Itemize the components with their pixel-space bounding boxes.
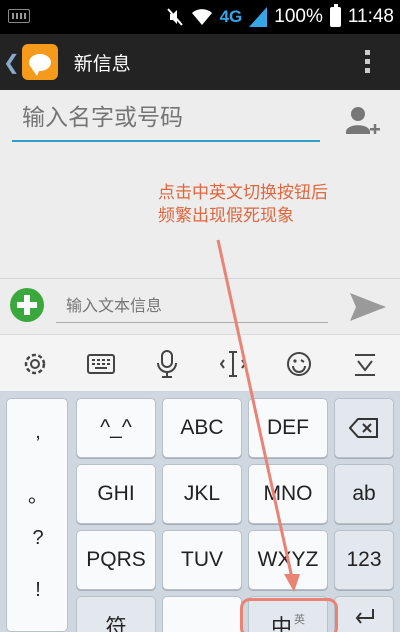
annotation-line-2: 频繁出现假死现象 bbox=[158, 206, 294, 226]
overflow-menu-icon[interactable] bbox=[365, 50, 370, 73]
recipient-field[interactable] bbox=[12, 96, 320, 142]
messaging-app-icon[interactable] bbox=[21, 44, 58, 80]
punct-exclaim[interactable]: ! bbox=[7, 579, 69, 602]
key-jkl[interactable]: JKL bbox=[162, 464, 242, 524]
signal-icon bbox=[249, 7, 268, 27]
status-bar: 4G 100% 11:48 bbox=[0, 0, 400, 34]
key-symbols[interactable]: 符 bbox=[76, 596, 156, 632]
key-space[interactable] bbox=[162, 596, 242, 632]
wifi-icon bbox=[191, 9, 212, 25]
backspace-icon bbox=[349, 418, 378, 438]
keyboard: , 。 ? ! ^_^ ABC DEF GHI JKL MNO ab PQRS … bbox=[0, 392, 400, 632]
key-abc[interactable]: ABC bbox=[162, 398, 242, 458]
add-contact-icon[interactable] bbox=[344, 104, 380, 140]
action-bar: ❮ 新信息 bbox=[0, 34, 400, 90]
punctuation-column[interactable]: , 。 ? ! bbox=[6, 398, 68, 632]
compose-bar bbox=[0, 278, 400, 334]
punct-question[interactable]: ? bbox=[7, 527, 69, 550]
collapse-keyboard-icon[interactable] bbox=[348, 347, 382, 381]
annotation-line-1: 点击中英文切换按钮后 bbox=[158, 183, 328, 203]
send-icon[interactable] bbox=[348, 291, 388, 323]
key-tuv[interactable]: TUV bbox=[162, 530, 242, 590]
key-123[interactable]: 123 bbox=[334, 530, 394, 590]
keyboard-icon[interactable] bbox=[84, 347, 118, 381]
gear-icon[interactable] bbox=[18, 347, 52, 381]
key-pqrs[interactable]: PQRS bbox=[76, 530, 156, 590]
annotation-text: 点击中英文切换按钮后 频繁出现假死现象 bbox=[158, 182, 378, 228]
backspace-key[interactable] bbox=[334, 398, 394, 458]
key-wxyz[interactable]: WXYZ bbox=[248, 530, 328, 590]
attach-plus-button[interactable] bbox=[10, 288, 44, 322]
page-title: 新信息 bbox=[73, 52, 131, 75]
network-type: 4G bbox=[219, 7, 243, 26]
enter-icon bbox=[355, 609, 374, 624]
battery-icon bbox=[329, 4, 341, 27]
key-ab[interactable]: ab bbox=[334, 464, 394, 524]
key-def[interactable]: DEF bbox=[248, 398, 328, 458]
recipient-input[interactable] bbox=[12, 96, 320, 140]
battery-percent: 100% bbox=[274, 6, 323, 27]
microphone-icon[interactable] bbox=[150, 347, 184, 381]
mute-icon bbox=[166, 8, 183, 26]
punct-comma[interactable]: , bbox=[7, 421, 69, 444]
message-input[interactable] bbox=[56, 289, 328, 323]
ime-toolbar bbox=[0, 334, 400, 392]
punct-period[interactable]: 。 bbox=[7, 479, 69, 508]
enter-key[interactable] bbox=[334, 596, 394, 632]
emoji-icon[interactable] bbox=[282, 347, 316, 381]
highlight-ring bbox=[240, 598, 338, 632]
text-cursor-icon[interactable] bbox=[216, 347, 250, 381]
back-chevron-icon[interactable]: ❮ bbox=[3, 50, 20, 74]
keyboard-notification-icon bbox=[8, 9, 30, 23]
key-mno[interactable]: MNO bbox=[248, 464, 328, 524]
clock: 11:48 bbox=[347, 6, 394, 27]
key-ghi[interactable]: GHI bbox=[76, 464, 156, 524]
key-symbols-label: 符 bbox=[105, 616, 127, 632]
key-emoticon[interactable]: ^_^ bbox=[76, 398, 156, 458]
